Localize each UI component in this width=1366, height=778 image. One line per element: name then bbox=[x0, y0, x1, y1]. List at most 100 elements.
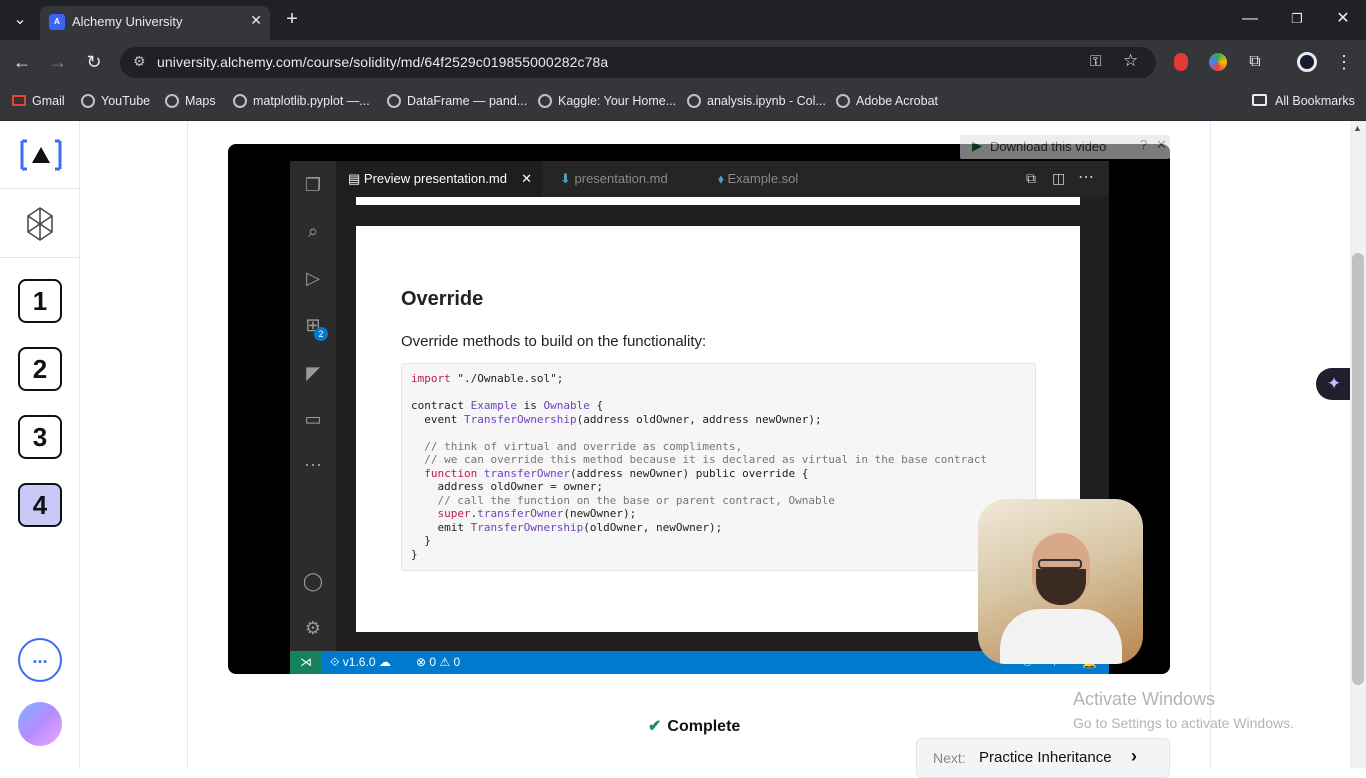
code-line: } bbox=[411, 534, 431, 547]
level-2-button[interactable]: 2 bbox=[18, 347, 62, 391]
content-divider-left bbox=[187, 121, 188, 768]
code-line: super.transferOwner(newOwner); bbox=[437, 507, 637, 520]
gmail-icon bbox=[12, 95, 26, 106]
browser-tab-active[interactable]: A Alchemy University ✕ bbox=[40, 6, 270, 40]
extension-red-icon[interactable] bbox=[1174, 53, 1188, 71]
alchemy-favicon-icon: A bbox=[49, 14, 65, 30]
open-source-icon: ⧉ bbox=[1026, 170, 1036, 186]
next-lesson-button[interactable]: Next: Practice Inheritance › bbox=[916, 738, 1170, 778]
editor-more-icon: ⋯ bbox=[1078, 169, 1094, 186]
code-line: // think of virtual and override as comp… bbox=[411, 439, 743, 453]
vscode-tab-bar: ▤ Preview presentation.md ✕ ⬇ presentatio… bbox=[336, 161, 1109, 197]
presenter-beard bbox=[1036, 569, 1086, 605]
account-icon: ◯ bbox=[302, 571, 324, 591]
problems-status: ⊗ 0 ⚠ 0 bbox=[416, 655, 461, 669]
user-avatar[interactable] bbox=[18, 702, 62, 746]
video-frame-vscode: ❐ ⌕ ▷ ⊞ 2 ◤ ▭ ⋯ ◯ ⚙ ▤ Preview presentati… bbox=[290, 161, 1143, 674]
tab-title: Alchemy University bbox=[72, 14, 183, 29]
more-options-button[interactable]: ... bbox=[18, 638, 62, 682]
address-bar[interactable]: ⚙ university.alchemy.com/course/solidity… bbox=[120, 47, 1156, 78]
globe-icon bbox=[687, 94, 701, 108]
code-line: // we can override this method because i… bbox=[411, 453, 988, 466]
bookmark-youtube[interactable]: YouTube bbox=[81, 92, 150, 112]
extensions-puzzle-icon[interactable]: ⧉ bbox=[1245, 52, 1265, 72]
vscode-tab-markdown: ⬇ presentation.md bbox=[560, 171, 668, 186]
close-tab-icon[interactable]: ✕ bbox=[250, 12, 262, 29]
presentation-slide: Override Override methods to build on th… bbox=[356, 226, 1080, 632]
bookmark-matplotlib[interactable]: matplotlib.pyplot —... bbox=[233, 92, 370, 112]
all-bookmarks[interactable]: All Bookmarks bbox=[1252, 92, 1355, 112]
version-status: ⟐ v1.6.0 ☁ bbox=[330, 655, 391, 669]
bookmark-maps[interactable]: Maps bbox=[165, 92, 216, 112]
course-sidebar: 1 2 3 4 ... bbox=[0, 121, 80, 768]
menu-kebab-icon[interactable]: ⋮ bbox=[1335, 52, 1353, 72]
code-block: import "./Ownable.sol"; contract Example… bbox=[401, 363, 1036, 571]
ai-assistant-sparkle-icon[interactable]: ✦ bbox=[1316, 368, 1352, 400]
next-lesson-title: Practice Inheritance bbox=[979, 749, 1112, 766]
bookmark-gmail[interactable]: Gmail bbox=[12, 92, 65, 112]
vscode-tab-preview: ▤ Preview presentation.md ✕ bbox=[336, 161, 542, 197]
markdown-file-icon: ⬇ bbox=[560, 171, 575, 186]
ethereum-hex-icon[interactable] bbox=[27, 207, 53, 241]
tab-search-icon[interactable]: ⌄ bbox=[10, 10, 30, 30]
bookmark-dataframe[interactable]: DataFrame — pand... bbox=[387, 92, 527, 112]
bookmark-colab[interactable]: analysis.ipynb - Col... bbox=[687, 92, 826, 112]
help-icon[interactable]: ? bbox=[1140, 137, 1147, 152]
globe-icon bbox=[81, 94, 95, 108]
ethereum-area bbox=[0, 189, 80, 258]
alchemy-logo-icon[interactable] bbox=[20, 139, 62, 171]
globe-icon bbox=[233, 94, 247, 108]
level-4-button[interactable]: 4 bbox=[18, 483, 62, 527]
download-video-overlay[interactable]: ▶ Download this video ? ✕ bbox=[960, 135, 1170, 159]
preview-icon: ▤ bbox=[348, 171, 364, 186]
next-prefix: Next: bbox=[933, 750, 966, 766]
password-key-icon[interactable]: ⚿ bbox=[1090, 53, 1101, 70]
run-debug-icon: ▷ bbox=[306, 268, 320, 288]
code-line: } bbox=[411, 547, 418, 561]
globe-icon bbox=[836, 94, 850, 108]
profile-avatar-icon[interactable] bbox=[1297, 52, 1317, 72]
complete-button[interactable]: ✔ Complete bbox=[648, 716, 740, 736]
lesson-video-player[interactable]: ❐ ⌕ ▷ ⊞ 2 ◤ ▭ ⋯ ◯ ⚙ ▤ Preview presentati… bbox=[228, 144, 1170, 674]
presenter-shirt bbox=[1000, 609, 1122, 664]
scroll-up-icon[interactable]: ▲ bbox=[1353, 123, 1362, 133]
remote-icon: ⋊ bbox=[290, 651, 322, 674]
panel-icon: ▭ bbox=[304, 409, 322, 429]
bookmark-kaggle[interactable]: Kaggle: Your Home... bbox=[538, 92, 676, 112]
back-icon[interactable]: ← bbox=[12, 52, 32, 72]
extension-color-icon[interactable] bbox=[1209, 53, 1227, 71]
reload-icon[interactable]: ↻ bbox=[84, 52, 104, 72]
explorer-icon: ❐ bbox=[304, 175, 322, 195]
browser-tab-strip: ⌄ A Alchemy University ✕ + — ❐ ✕ bbox=[0, 0, 1366, 40]
split-editor-icon: ◫ bbox=[1052, 170, 1066, 186]
level-1-button[interactable]: 1 bbox=[18, 279, 62, 323]
code-line: contract Example is Ownable { bbox=[411, 399, 604, 412]
folder-icon bbox=[1252, 94, 1267, 106]
url-text: university.alchemy.com/course/solidity/m… bbox=[157, 54, 609, 70]
bookmark-star-icon[interactable]: ☆ bbox=[1123, 51, 1138, 71]
level-3-button[interactable]: 3 bbox=[18, 415, 62, 459]
more-icon: ⋯ bbox=[304, 455, 322, 475]
dismiss-icon[interactable]: ✕ bbox=[1156, 137, 1167, 153]
restore-icon[interactable]: ❐ bbox=[1287, 9, 1307, 29]
logo-area bbox=[0, 121, 80, 189]
close-window-icon[interactable]: ✕ bbox=[1333, 9, 1353, 29]
new-tab-button[interactable]: + bbox=[282, 9, 302, 29]
presenter-glasses bbox=[1038, 559, 1082, 569]
bookmark-acrobat[interactable]: Adobe Acrobat bbox=[836, 92, 938, 112]
site-info-icon[interactable]: ⚙ bbox=[133, 53, 146, 70]
page-scrollbar-thumb[interactable] bbox=[1352, 253, 1364, 685]
forward-icon[interactable]: → bbox=[48, 52, 68, 72]
settings-gear-icon: ⚙ bbox=[304, 618, 322, 638]
content-divider-right bbox=[1210, 121, 1211, 768]
vscode-activity-bar: ❐ ⌕ ▷ ⊞ 2 ◤ ▭ ⋯ ◯ ⚙ bbox=[290, 161, 336, 651]
code-line: // call the function on the base or pare… bbox=[411, 493, 835, 507]
page-content: 1 2 3 4 ... ❐ ⌕ ▷ ⊞ 2 ◤ ▭ ⋯ ◯ ⚙ ▤ Previe… bbox=[0, 121, 1366, 778]
code-line: function transferOwner(address newOwner)… bbox=[424, 466, 809, 480]
globe-icon bbox=[387, 94, 401, 108]
extensions-badge: 2 bbox=[314, 327, 328, 341]
vscode-tab-solidity: ⬧ Example.sol bbox=[718, 171, 799, 186]
search-icon: ⌕ bbox=[307, 221, 319, 241]
minimize-icon[interactable]: — bbox=[1240, 9, 1260, 29]
